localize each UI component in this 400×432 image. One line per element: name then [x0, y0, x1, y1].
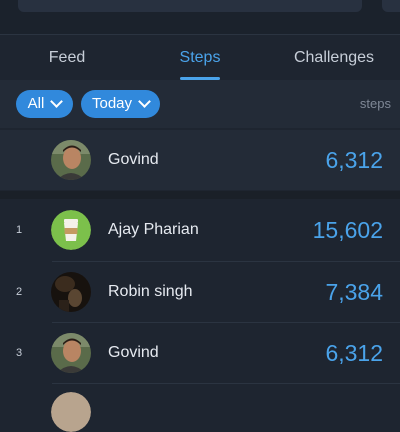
- summary-card-next[interactable]: [382, 0, 400, 12]
- rank-number: 1: [16, 224, 23, 236]
- step-count: 15,602: [312, 217, 383, 243]
- avatar: [51, 392, 91, 432]
- summary-card[interactable]: [18, 0, 362, 12]
- leaderboard-row[interactable]: 3 Govind 6,312: [0, 323, 400, 383]
- top-summary-area: [0, 0, 400, 34]
- tab-bar: Feed Steps Challenges: [0, 34, 400, 81]
- leaderboard-row[interactable]: 1 Ajay Pharian 15,602: [0, 200, 400, 260]
- tab-steps[interactable]: Steps: [160, 35, 240, 81]
- scope-filter-label: All: [27, 95, 45, 112]
- step-count: 7,384: [325, 279, 383, 305]
- period-filter-button[interactable]: Today: [81, 90, 160, 118]
- chevron-down-icon: [138, 95, 151, 108]
- unit-label: steps: [359, 96, 391, 111]
- current-user-row[interactable]: Govind 6,312: [0, 130, 400, 190]
- user-name: Ajay Pharian: [108, 221, 199, 238]
- user-name: Govind: [108, 344, 159, 361]
- leaderboard-row[interactable]: 2 Robin singh 7,384: [0, 262, 400, 322]
- user-name: Govind: [108, 151, 159, 168]
- rank-number: 3: [16, 347, 23, 359]
- period-filter-label: Today: [91, 95, 133, 112]
- avatar: [51, 140, 91, 180]
- filter-bar: All Today steps: [0, 80, 400, 128]
- row-divider: [52, 383, 400, 384]
- coffee-cup-icon: [51, 210, 91, 250]
- user-name: Robin singh: [108, 283, 193, 300]
- chevron-down-icon: [50, 95, 64, 108]
- avatar: [51, 272, 91, 312]
- tab-feed[interactable]: Feed: [28, 35, 106, 81]
- tab-challenges[interactable]: Challenges: [284, 35, 384, 81]
- avatar: [51, 333, 91, 373]
- rank-number: 2: [16, 286, 23, 298]
- scope-filter-button[interactable]: All: [16, 90, 73, 118]
- section-divider: [0, 191, 400, 199]
- step-count: 6,312: [325, 340, 383, 366]
- step-count: 6,312: [325, 147, 383, 173]
